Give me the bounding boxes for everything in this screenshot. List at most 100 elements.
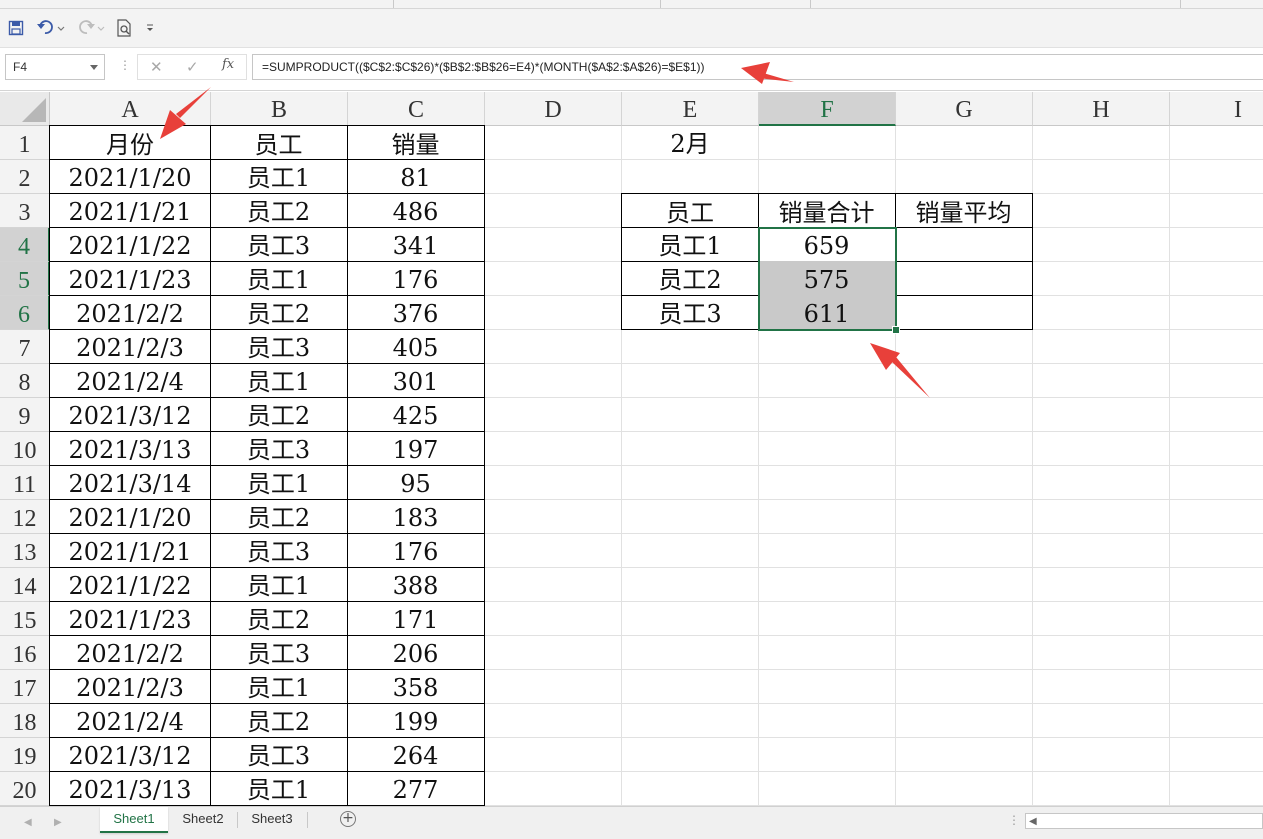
table-cell[interactable]: 425 xyxy=(347,397,485,432)
table-cell[interactable]: 388 xyxy=(347,567,485,602)
table-cell[interactable]: 2021/3/12 xyxy=(49,397,211,432)
table-cell[interactable]: 2021/2/4 xyxy=(49,703,211,738)
table-cell[interactable]: 277 xyxy=(347,771,485,806)
column-header-c[interactable]: C xyxy=(348,92,485,126)
table-cell[interactable]: 员工2 xyxy=(210,601,348,636)
table-cell[interactable]: 员工2 xyxy=(210,397,348,432)
table-cell[interactable]: 2021/1/22 xyxy=(49,567,211,602)
table-cell[interactable]: 95 xyxy=(347,465,485,500)
table-cell[interactable]: 81 xyxy=(347,159,485,194)
row-header-20[interactable]: 20 xyxy=(0,772,50,806)
month-criterion-cell[interactable]: 2月 xyxy=(621,125,759,160)
table-cell[interactable]: 2021/2/3 xyxy=(49,669,211,704)
table-cell[interactable]: 2021/1/23 xyxy=(49,601,211,636)
table-cell[interactable]: 183 xyxy=(347,499,485,534)
table-cell[interactable]: 176 xyxy=(347,533,485,568)
print-preview-button[interactable] xyxy=(114,17,134,39)
insert-function-icon[interactable]: fx xyxy=(222,57,234,72)
summary-header-cell[interactable]: 销量合计 xyxy=(758,193,896,228)
cancel-icon[interactable]: ✕ xyxy=(150,58,163,76)
table-cell[interactable]: 2021/3/13 xyxy=(49,431,211,466)
table-cell[interactable]: 2021/1/20 xyxy=(49,499,211,534)
table-cell[interactable]: 员工3 xyxy=(210,635,348,670)
sheet-tab-3[interactable]: Sheet3 xyxy=(238,807,306,831)
table-cell[interactable]: 员工1 xyxy=(210,669,348,704)
table-cell[interactable]: 员工3 xyxy=(210,227,348,262)
table-cell[interactable]: 2021/2/4 xyxy=(49,363,211,398)
row-header-18[interactable]: 18 xyxy=(0,704,50,738)
column-header-f[interactable]: F xyxy=(759,92,896,126)
table-cell[interactable]: 2021/3/13 xyxy=(49,771,211,806)
summary-header-cell[interactable]: 销量平均 xyxy=(895,193,1033,228)
row-header-14[interactable]: 14 xyxy=(0,568,50,602)
column-header-e[interactable]: E xyxy=(622,92,759,126)
table-cell[interactable]: 376 xyxy=(347,295,485,330)
column-header-a[interactable]: A xyxy=(50,92,211,126)
summary-cell[interactable]: 611 xyxy=(758,295,896,330)
header-cell-c[interactable]: 销量 xyxy=(347,125,485,160)
summary-cell[interactable] xyxy=(895,227,1033,262)
column-header-b[interactable]: B xyxy=(211,92,348,126)
row-header-15[interactable]: 15 xyxy=(0,602,50,636)
table-cell[interactable]: 301 xyxy=(347,363,485,398)
table-cell[interactable]: 486 xyxy=(347,193,485,228)
summary-cell[interactable] xyxy=(895,295,1033,330)
row-header-13[interactable]: 13 xyxy=(0,534,50,568)
sheet-tab-1[interactable]: Sheet1 xyxy=(100,807,168,833)
summary-cell[interactable]: 员工2 xyxy=(621,261,759,296)
tab-split-handle[interactable]: ⋮ xyxy=(1008,813,1020,827)
enter-check-icon[interactable]: ✓ xyxy=(186,58,199,76)
worksheet-grid[interactable]: A B C D E F G H I 1 2 3 4 5 6 7 8 9 10 11 12 13 14 15 16 17 18 19 20… xyxy=(0,92,1263,806)
sheet-tab-2[interactable]: Sheet2 xyxy=(170,807,236,831)
row-header-6[interactable]: 6 xyxy=(0,296,50,330)
table-cell[interactable]: 206 xyxy=(347,635,485,670)
table-cell[interactable]: 员工1 xyxy=(210,465,348,500)
table-cell[interactable]: 2021/3/12 xyxy=(49,737,211,772)
column-header-d[interactable]: D xyxy=(485,92,622,126)
table-cell[interactable]: 2021/1/21 xyxy=(49,533,211,568)
horizontal-scrollbar[interactable]: ◀ xyxy=(1025,813,1263,829)
name-box[interactable]: F4 xyxy=(5,54,105,80)
table-cell[interactable]: 员工2 xyxy=(210,193,348,228)
table-cell[interactable]: 员工3 xyxy=(210,737,348,772)
formula-bar-splitter[interactable]: ⋮ xyxy=(119,58,131,72)
add-sheet-icon[interactable]: + xyxy=(340,811,356,827)
table-cell[interactable]: 员工2 xyxy=(210,703,348,738)
row-header-1[interactable]: 1 xyxy=(0,126,50,160)
table-cell[interactable]: 176 xyxy=(347,261,485,296)
scroll-tabs-left-icon[interactable]: ◀ xyxy=(24,817,32,828)
table-cell[interactable]: 员工1 xyxy=(210,261,348,296)
table-cell[interactable]: 197 xyxy=(347,431,485,466)
table-cell[interactable]: 264 xyxy=(347,737,485,772)
formula-input[interactable]: =SUMPRODUCT(($C$2:$C$26)*($B$2:$B$26=E4)… xyxy=(252,54,1263,80)
table-cell[interactable]: 员工3 xyxy=(210,533,348,568)
customize-qat-button[interactable] xyxy=(142,17,158,39)
table-cell[interactable]: 员工1 xyxy=(210,567,348,602)
summary-header-cell[interactable]: 员工 xyxy=(621,193,759,228)
table-cell[interactable]: 171 xyxy=(347,601,485,636)
summary-cell[interactable]: 员工3 xyxy=(621,295,759,330)
summary-cell[interactable]: 575 xyxy=(758,261,896,296)
header-cell-a[interactable]: 月份 xyxy=(49,125,211,160)
table-cell[interactable]: 2021/3/14 xyxy=(49,465,211,500)
row-header-3[interactable]: 3 xyxy=(0,194,50,228)
table-cell[interactable]: 2021/1/20 xyxy=(49,159,211,194)
table-cell[interactable]: 2021/2/2 xyxy=(49,295,211,330)
row-header-12[interactable]: 12 xyxy=(0,500,50,534)
scroll-left-icon[interactable]: ◀ xyxy=(1029,816,1037,827)
table-cell[interactable]: 员工1 xyxy=(210,363,348,398)
table-cell[interactable]: 员工2 xyxy=(210,499,348,534)
row-header-7[interactable]: 7 xyxy=(0,330,50,364)
table-cell[interactable]: 员工3 xyxy=(210,431,348,466)
row-header-5[interactable]: 5 xyxy=(0,262,50,296)
table-cell[interactable]: 405 xyxy=(347,329,485,364)
table-cell[interactable]: 199 xyxy=(347,703,485,738)
table-cell[interactable]: 2021/2/3 xyxy=(49,329,211,364)
table-cell[interactable]: 员工2 xyxy=(210,295,348,330)
table-cell[interactable]: 358 xyxy=(347,669,485,704)
table-cell[interactable]: 2021/2/2 xyxy=(49,635,211,670)
summary-cell[interactable]: 659 xyxy=(758,227,896,262)
row-header-4[interactable]: 4 xyxy=(0,228,50,262)
redo-button[interactable] xyxy=(74,17,108,39)
chevron-down-icon[interactable] xyxy=(90,65,98,70)
